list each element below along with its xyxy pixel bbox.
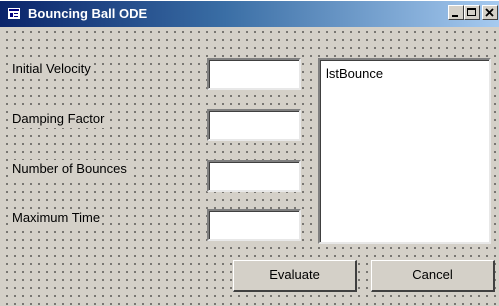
damping-factor-label: Damping Factor — [10, 110, 107, 128]
cancel-button[interactable]: Cancel — [371, 260, 495, 292]
minimize-button[interactable] — [448, 5, 464, 20]
damping-factor-input[interactable] — [207, 109, 301, 141]
maximum-time-label: Maximum Time — [10, 209, 103, 227]
minimize-icon — [452, 15, 458, 17]
number-of-bounces-input[interactable] — [207, 160, 301, 192]
close-icon — [485, 8, 494, 17]
form-window: Bouncing Ball ODE Initial Velocity Dampi… — [0, 0, 499, 306]
listbox-name: lstBounce — [326, 66, 384, 81]
initial-velocity-input[interactable] — [207, 58, 301, 90]
title-bar[interactable]: Bouncing Ball ODE — [0, 1, 499, 27]
number-of-bounces-label: Number of Bounces — [10, 160, 129, 178]
evaluate-button[interactable]: Evaluate — [233, 260, 357, 292]
bounce-listbox[interactable]: lstBounce — [318, 58, 491, 244]
window-title: Bouncing Ball ODE — [28, 6, 148, 21]
close-button[interactable] — [482, 5, 498, 20]
form-app-icon — [8, 8, 20, 19]
initial-velocity-label: Initial Velocity — [10, 60, 93, 78]
maximum-time-input[interactable] — [207, 209, 301, 241]
maximize-button[interactable] — [464, 5, 480, 20]
maximize-icon — [467, 8, 476, 16]
